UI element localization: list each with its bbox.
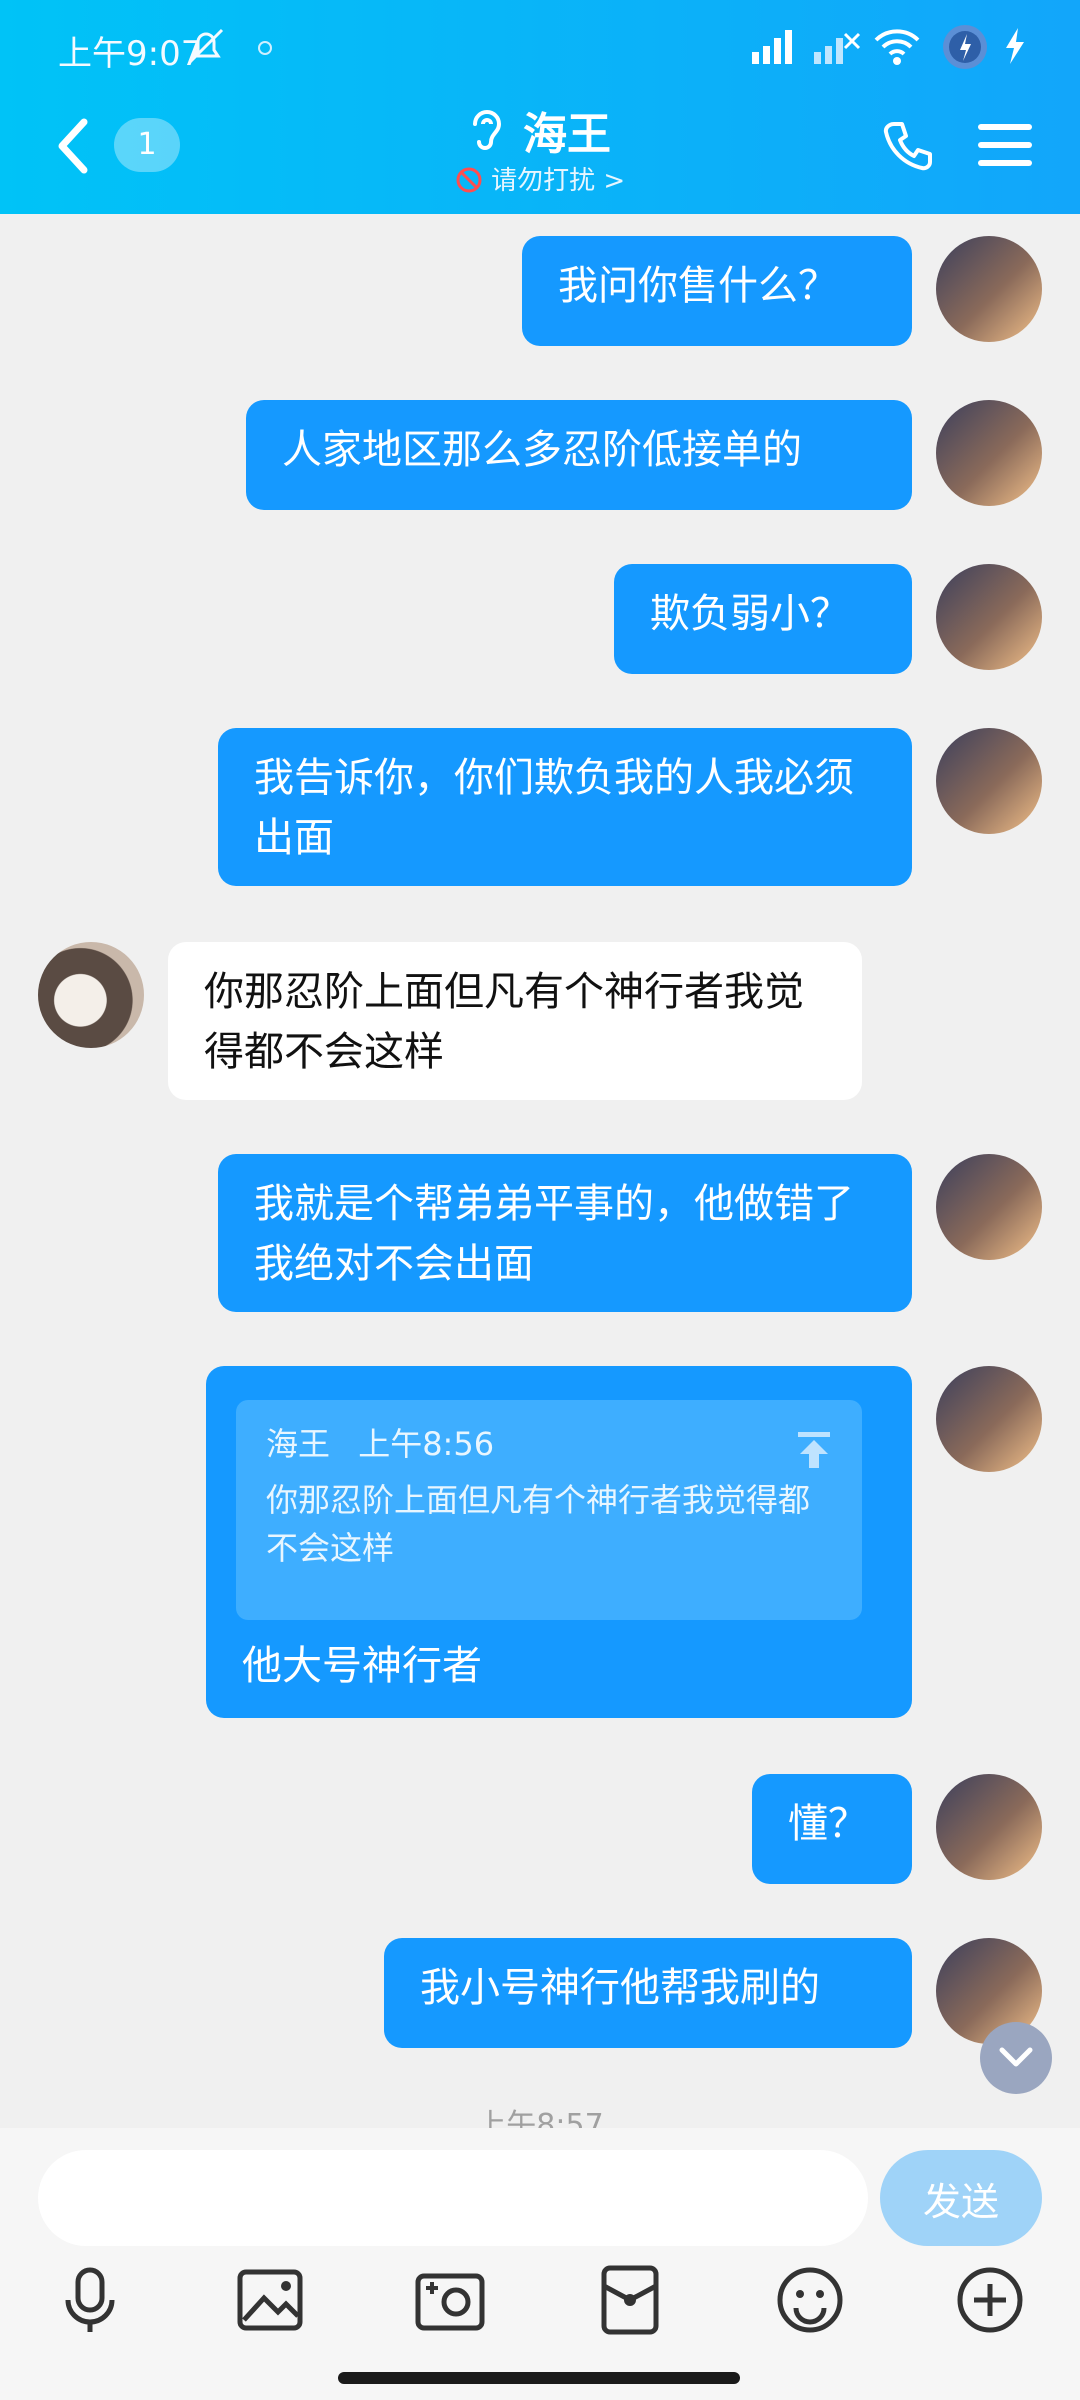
send-button[interactable]: 发送: [880, 2150, 1042, 2246]
reply-message-bubble[interactable]: 海王 上午8:56 你那忍阶上面但凡有个神行者我觉得都不会这样 他大号神行者: [206, 1366, 912, 1718]
status-bar: 上午9:07: [0, 0, 1080, 96]
message-bubble[interactable]: 我小号神行他帮我刷的: [384, 1938, 912, 2048]
mute-bell-icon: [188, 28, 224, 64]
contact-avatar[interactable]: [38, 942, 144, 1048]
my-avatar[interactable]: [936, 236, 1042, 342]
signal-icon: [752, 30, 792, 64]
chat-header: 上午9:07 1 海王 请勿打扰 >: [0, 0, 1080, 214]
message-list[interactable]: 我问你售什么？ 人家地区那么多忍阶低接单的 欺负弱小？ 我告诉你，你们欺负我的人…: [0, 214, 1080, 2124]
battery-icon: [943, 25, 987, 69]
my-avatar[interactable]: [936, 564, 1042, 670]
quote-author: 海王: [266, 1425, 331, 1463]
chevron-down-icon: [999, 2047, 1033, 2067]
menu-icon[interactable]: [978, 122, 1032, 168]
message-bubble[interactable]: 我就是个帮弟弟平事的，他做错了我绝对不会出面: [218, 1154, 912, 1312]
input-toolbar: [0, 2260, 1080, 2360]
input-bar: 发送: [0, 2128, 1080, 2400]
message-bubble[interactable]: 人家地区那么多忍阶低接单的: [246, 400, 912, 510]
do-not-disturb-icon: [456, 167, 482, 193]
message-bubble[interactable]: 懂？: [752, 1774, 912, 1884]
red-packet-icon[interactable]: [590, 2260, 670, 2340]
contact-name: 海王: [523, 109, 611, 160]
my-avatar[interactable]: [936, 1154, 1042, 1260]
message-bubble[interactable]: 我告诉你，你们欺负我的人我必须出面: [218, 728, 912, 886]
my-avatar[interactable]: [936, 1774, 1042, 1880]
home-indicator[interactable]: [338, 2372, 740, 2384]
camera-icon[interactable]: [410, 2260, 490, 2340]
jump-to-top-icon[interactable]: [796, 1430, 832, 1470]
charging-icon: [1006, 28, 1024, 64]
image-icon[interactable]: [230, 2260, 310, 2340]
my-avatar[interactable]: [936, 400, 1042, 506]
phone-call-button[interactable]: [880, 118, 936, 174]
emoji-icon[interactable]: [770, 2260, 850, 2340]
message-input[interactable]: [38, 2150, 868, 2246]
status-time: 上午9:07: [58, 34, 203, 74]
ear-icon: [473, 110, 502, 150]
my-avatar[interactable]: [936, 728, 1042, 834]
message-bubble[interactable]: 你那忍阶上面但凡有个神行者我觉得都不会这样: [168, 942, 862, 1100]
reply-text: 他大号神行者: [242, 1643, 482, 1689]
message-bubble[interactable]: 欺负弱小？: [614, 564, 912, 674]
notification-dot-icon: [258, 41, 272, 55]
signal-2-icon: [814, 32, 861, 64]
microphone-icon[interactable]: [50, 2260, 130, 2340]
my-avatar[interactable]: [936, 1366, 1042, 1472]
wifi-icon: [874, 29, 920, 65]
message-bubble[interactable]: 我问你售什么？: [522, 236, 912, 346]
quote-text: 你那忍阶上面但凡有个神行者我觉得都不会这样: [266, 1481, 811, 1567]
quoted-message[interactable]: 海王 上午8:56 你那忍阶上面但凡有个神行者我觉得都不会这样: [236, 1400, 862, 1620]
plus-icon[interactable]: [950, 2260, 1030, 2340]
scroll-to-bottom-button[interactable]: [980, 2022, 1052, 2094]
quote-time: 上午8:56: [358, 1425, 495, 1463]
